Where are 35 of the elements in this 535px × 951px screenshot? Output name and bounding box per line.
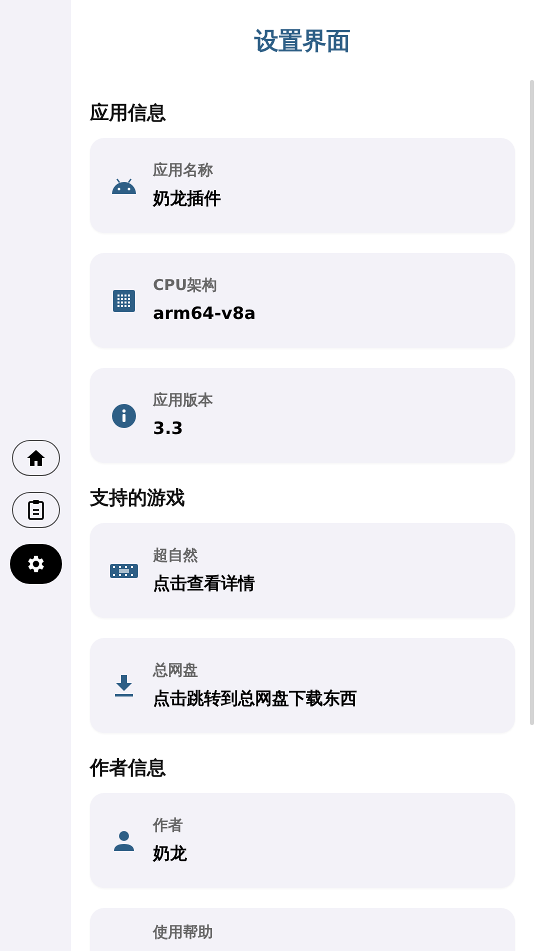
info-card[interactable]: 使用帮助 xyxy=(90,908,515,951)
nav-button[interactable] xyxy=(10,544,62,584)
item-value: 3.3 xyxy=(153,418,184,441)
info-card[interactable]: 超自然 点击查看详情 xyxy=(90,523,515,618)
grid-icon xyxy=(113,290,135,312)
item-value: 奶龙插件 xyxy=(153,188,221,211)
download-icon xyxy=(114,674,134,696)
android-icon xyxy=(111,178,137,194)
info-card[interactable]: 作者 奶龙 xyxy=(90,793,515,888)
nav-button[interactable] xyxy=(12,440,60,476)
info-card[interactable]: 总网盘 点击跳转到总网盘下载东西 xyxy=(90,638,515,733)
clipboard-icon xyxy=(26,498,44,520)
info-card[interactable]: 应用名称 奶龙插件 xyxy=(90,138,515,233)
item-label: 应用名称 xyxy=(153,160,214,180)
item-value: 点击查看详情 xyxy=(153,573,255,596)
item-label: 作者 xyxy=(153,815,184,835)
person-icon xyxy=(114,830,134,850)
nav-button[interactable] xyxy=(12,492,60,528)
info-card[interactable]: 应用版本 3.3 xyxy=(90,368,515,463)
info-icon xyxy=(112,404,136,428)
section-heading: 应用信息 xyxy=(90,101,167,126)
home-icon xyxy=(26,448,46,466)
item-label: 应用版本 xyxy=(153,390,213,410)
item-value: 奶龙 xyxy=(153,843,187,866)
item-label: 总网盘 xyxy=(153,660,199,680)
item-label: 使用帮助 xyxy=(153,922,213,942)
film-icon xyxy=(110,564,138,578)
item-value: arm64-v8a xyxy=(153,303,256,326)
section-heading: 作者信息 xyxy=(90,756,167,781)
page-title: 设置界面 xyxy=(253,26,352,57)
info-card[interactable]: CPU架构 arm64-v8a xyxy=(90,253,515,348)
item-value: 点击跳转到总网盘下载东西 xyxy=(153,688,357,711)
item-label: CPU架构 xyxy=(153,275,218,295)
item-label: 超自然 xyxy=(153,545,199,565)
section-heading: 支持的游戏 xyxy=(90,486,186,511)
